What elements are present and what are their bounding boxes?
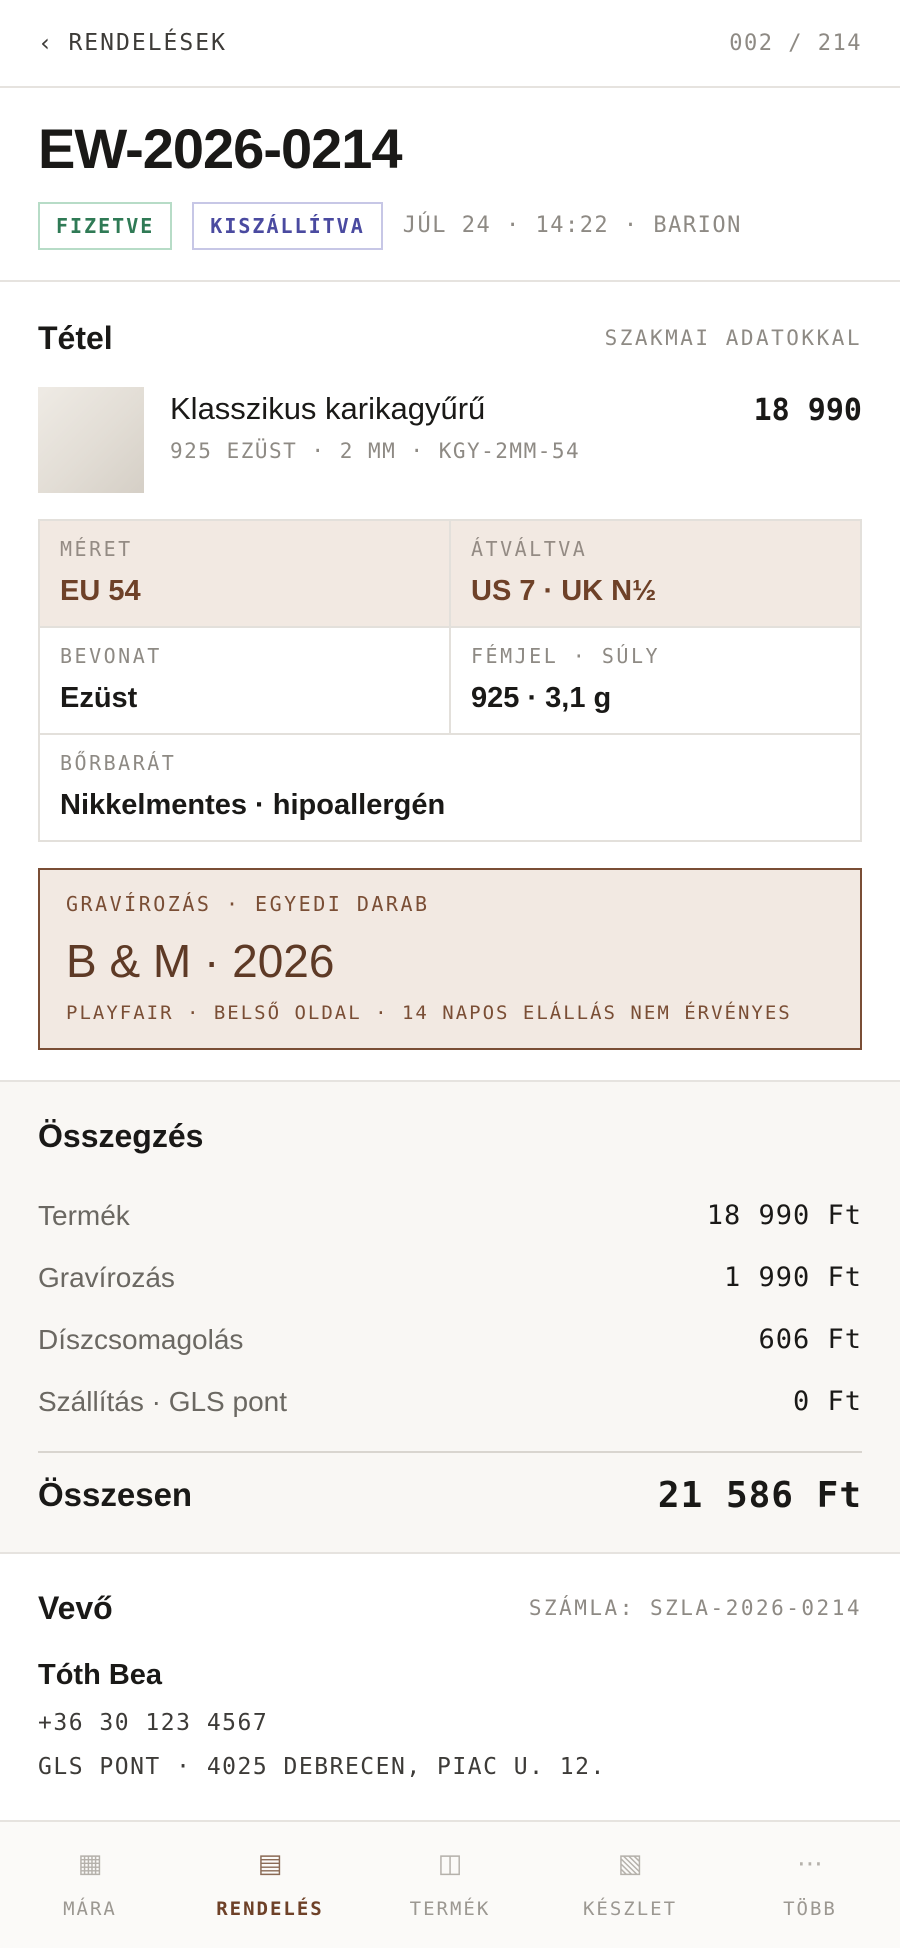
item-details: 925 EZÜST · 2 MM · KGY-2MM-54 (170, 438, 581, 463)
nav-item-stock[interactable]: ▧ KÉSZLET (540, 1822, 720, 1948)
item-name: Klasszikus karikagyűrű (170, 390, 486, 426)
item-section-title: Tétel (38, 319, 113, 356)
spec-size: MÉRET EU 54 (40, 521, 449, 626)
spec-hallmark: FÉMJEL · SÚLY 925 · 3,1 g (449, 627, 860, 733)
summary-value: 18 990 Ft (706, 1200, 862, 1232)
stock-icon: ▧ (617, 1848, 643, 1878)
item-section-header: Tétel SZAKMAI ADATOKKAL (38, 320, 862, 357)
summary-label: Díszcsomagolás (38, 1323, 244, 1355)
customer-section: Vevő SZÁMLA: SZLA-2026-0214 Tóth Bea +36… (0, 1554, 900, 1780)
spec-grid: MÉRET EU 54 ÁTVÁLTVA US 7 · UK N½ BEVONA… (38, 518, 862, 842)
back-button[interactable]: ‹ RENDELÉSEK (38, 29, 227, 57)
nav-item-more[interactable]: ⋯ TÖBB (720, 1822, 900, 1948)
nav-label: TERMÉK (409, 1898, 491, 1920)
nav-label: KÉSZLET (582, 1898, 678, 1920)
spec-skin: BŐRBARÁT Nikkelmentes · hipoallergén (40, 735, 860, 840)
summary-row: Termék 18 990 Ft (38, 1185, 862, 1247)
nav-item-product[interactable]: ◫ TERMÉK (360, 1822, 540, 1948)
nav-item-orders[interactable]: ▤ RENDELÉS (180, 1822, 360, 1948)
total-value: 21 586 Ft (657, 1474, 862, 1516)
spec-label: FÉMJEL · SÚLY (471, 643, 661, 668)
nav-item-today[interactable]: ▦ MÁRA (0, 1822, 180, 1948)
item-info: Klasszikus karikagyűrű 925 EZÜST · 2 MM … (170, 387, 728, 493)
summary-row: Díszcsomagolás 606 Ft (38, 1309, 862, 1371)
order-summary: Összegzés Termék 18 990 Ft Gravírozás 1 … (0, 1079, 900, 1554)
spec-value: EU 54 (60, 574, 141, 607)
customer-address: GLS PONT · 4025 DEBRECEN, PIAC U. 12. (38, 1753, 606, 1780)
engraving-note: PLAYFAIR · BELSŐ OLDAL · 14 NAPOS ELÁLLÁ… (66, 1001, 792, 1024)
spec-value: Nikkelmentes · hipoallergén (60, 788, 446, 821)
spec-row-skin: BŐRBARÁT Nikkelmentes · hipoallergén (40, 732, 860, 840)
nav-label: TÖBB (783, 1898, 837, 1920)
today-icon: ▦ (77, 1848, 103, 1878)
spec-value: Ezüst (60, 681, 138, 714)
spec-row-material: BEVONAT Ezüst FÉMJEL · SÚLY 925 · 3,1 g (40, 625, 860, 733)
summary-value: 0 Ft (792, 1386, 862, 1418)
customer-title: Vevő (38, 1589, 113, 1626)
spec-plating: BEVONAT Ezüst (40, 628, 449, 733)
summary-value: 606 Ft (758, 1324, 862, 1356)
orders-icon: ▤ (257, 1848, 283, 1878)
product-thumbnail (38, 386, 144, 493)
more-icon: ⋯ (797, 1848, 823, 1878)
summary-divider (38, 1450, 862, 1453)
summary-value: 1 990 Ft (723, 1262, 862, 1294)
spec-label: MÉRET (60, 536, 133, 561)
order-pager: 002 / 214 (729, 30, 862, 56)
engraving-label: GRAVÍROZÁS · EGYEDI DARAB (66, 891, 430, 916)
bottom-nav: ▦ MÁRA ▤ RENDELÉS ◫ TERMÉK ▧ KÉSZLET ⋯ T… (0, 1820, 900, 1948)
status-badge-shipped: KISZÁLLÍTVA (192, 201, 383, 250)
summary-row: Gravírozás 1 990 Ft (38, 1247, 862, 1309)
order-id: EW-2026-0214 (38, 117, 403, 180)
spec-label: BEVONAT (60, 643, 162, 668)
order-meta-row: FIZETVE KISZÁLLÍTVA JÚL 24 · 14:22 · BAR… (38, 201, 862, 250)
spec-label: BŐRBARÁT (60, 750, 177, 775)
customer-phone[interactable]: +36 30 123 4567 (38, 1710, 862, 1736)
summary-label: Szállítás · GLS pont (38, 1385, 288, 1417)
customer-header: Vevő SZÁMLA: SZLA-2026-0214 (38, 1590, 862, 1627)
item-section: Tétel SZAKMAI ADATOKKAL Klasszikus karik… (0, 282, 900, 1050)
spec-row-size: MÉRET EU 54 ÁTVÁLTVA US 7 · UK N½ (40, 520, 860, 626)
invoice-link[interactable]: SZÁMLA: SZLA-2026-0214 (529, 1596, 862, 1620)
spec-converted: ÁTVÁLTVA US 7 · UK N½ (449, 520, 860, 626)
summary-list: Termék 18 990 Ft Gravírozás 1 990 Ft Dís… (38, 1185, 862, 1433)
item-price: 18 990 (753, 392, 862, 428)
summary-label: Termék (38, 1199, 130, 1231)
order-meta: JÚL 24 · 14:22 · BARION (402, 213, 742, 239)
total-row: Összesen 21 586 Ft (38, 1475, 862, 1516)
chevron-left-icon: ‹ (38, 29, 55, 57)
engraving-text: B & M · 2026 (66, 934, 335, 987)
engraving-card: GRAVÍROZÁS · EGYEDI DARAB B & M · 2026 P… (38, 867, 862, 1050)
nav-label: RENDELÉS (216, 1898, 324, 1920)
summary-label: Gravírozás (38, 1261, 175, 1293)
line-item[interactable]: Klasszikus karikagyűrű 925 EZÜST · 2 MM … (38, 386, 862, 493)
spec-label: ÁTVÁLTVA (471, 536, 588, 561)
status-badge-paid: FIZETVE (38, 201, 173, 250)
total-label: Összesen (38, 1476, 193, 1514)
order-header: EW-2026-0214 FIZETVE KISZÁLLÍTVA JÚL 24 … (0, 88, 900, 282)
back-label: RENDELÉSEK (68, 30, 227, 56)
spec-value: 925 · 3,1 g (471, 681, 612, 714)
top-bar: ‹ RENDELÉSEK 002 / 214 (0, 0, 900, 88)
summary-row: Szállítás · GLS pont 0 Ft (38, 1371, 862, 1433)
customer-name: Tóth Bea (38, 1658, 163, 1691)
product-icon: ◫ (437, 1848, 463, 1878)
professional-data-link[interactable]: SZAKMAI ADATOKKAL (605, 326, 862, 350)
summary-title: Összegzés (38, 1117, 204, 1154)
nav-label: MÁRA (63, 1898, 117, 1920)
spec-value: US 7 · UK N½ (471, 574, 657, 607)
